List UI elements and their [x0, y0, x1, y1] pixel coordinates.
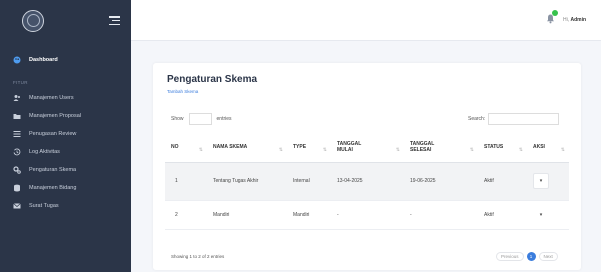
sort-icon: ⇅: [198, 146, 203, 153]
folder-icon: [13, 112, 21, 120]
next-page-button[interactable]: Next: [538, 252, 558, 261]
sidebar-item-label: Surat Tugas: [29, 203, 59, 209]
pagination: Previous 1 Next: [496, 252, 558, 261]
sidebar-section-label: FITUR: [13, 79, 28, 85]
topbar: Hi, Admin: [131, 0, 601, 41]
table-row: 1 Tentang Tugas Akhir Internal 13-04-202…: [165, 162, 569, 201]
sidebar-item-review[interactable]: Penugasan Review: [0, 125, 131, 143]
table-info: Showing 1 to 2 of 2 entries: [171, 254, 225, 259]
user-greeting[interactable]: Hi, Admin: [563, 17, 586, 23]
history-icon: [13, 148, 21, 156]
sidebar-item-proposal[interactable]: Manajemen Proposal: [0, 107, 131, 125]
entries-label: entries: [216, 116, 232, 122]
page-1-button[interactable]: 1: [526, 252, 536, 261]
search-label: Search:: [468, 116, 486, 122]
action-dropdown-button[interactable]: ▾: [533, 173, 549, 189]
entries-select[interactable]: [188, 113, 212, 125]
users-icon: [13, 94, 21, 102]
sort-icon: ⇅: [560, 146, 565, 153]
menu-toggle-icon[interactable]: [109, 16, 120, 25]
cell-selesai: -: [404, 200, 478, 230]
previous-page-button[interactable]: Previous: [496, 252, 524, 261]
cell-nama: Tentang Tugas Akhir: [207, 162, 287, 201]
sidebar-item-label: Pengaturan Skema: [29, 167, 77, 173]
table-header-row: NO ⇅ NAMA SKEMA ⇅ TYPE ⇅ TANGGAL MULAI ⇅ TAN…: [165, 132, 569, 163]
entries-length-control: Show entries: [171, 113, 232, 125]
palette-icon: [13, 56, 21, 64]
list-icon: [13, 130, 21, 138]
cell-no: 2: [165, 200, 207, 230]
column-header-aksi[interactable]: AKSI ⇅: [527, 132, 569, 163]
sidebar-item-label: Manajemen Proposal: [29, 113, 81, 119]
sort-icon: ⇅: [278, 146, 283, 153]
envelope-icon: [13, 202, 21, 210]
notification-bell-icon[interactable]: [545, 10, 558, 24]
sidebar-item-dashboard[interactable]: Dashboard: [0, 51, 131, 69]
page-title: Pengaturan Skema: [167, 74, 258, 85]
column-header-selesai[interactable]: TANGGAL SELESAI ⇅: [404, 132, 478, 163]
caret-down-icon: ▾: [539, 178, 543, 184]
action-dropdown-button[interactable]: ▾: [533, 206, 549, 223]
notification-badge: [552, 10, 558, 16]
sidebar-item-log[interactable]: Log Aktivitas: [0, 143, 131, 161]
sidebar-item-label: Log Aktivitas: [29, 149, 60, 155]
cell-selesai: 19-06-2025: [404, 162, 478, 201]
add-skema-link[interactable]: Tambah Skema: [167, 89, 198, 94]
database-icon: [13, 184, 21, 192]
sidebar-item-bidang[interactable]: Manajemen Bidang: [0, 179, 131, 197]
greeting-text: Hi,: [563, 17, 570, 23]
sidebar-item-label: Dashboard: [29, 57, 58, 63]
column-header-no[interactable]: NO ⇅: [165, 132, 207, 163]
sidebar-item-label: Penugasan Review: [29, 131, 77, 137]
cell-aksi: ▾: [527, 200, 569, 230]
show-label: Show: [171, 116, 184, 122]
caret-down-icon: ▾: [539, 211, 543, 218]
cell-no: 1: [165, 162, 207, 201]
column-header-mulai[interactable]: TANGGAL MULAI ⇅: [331, 132, 404, 163]
user-name: Admin: [570, 17, 587, 23]
cell-aksi: ▾: [527, 162, 569, 201]
sort-icon: ⇅: [395, 146, 400, 153]
cell-status: Aktif: [478, 200, 527, 230]
column-header-nama[interactable]: NAMA SKEMA ⇅: [207, 132, 287, 163]
sidebar-item-skema[interactable]: Pengaturan Skema: [0, 161, 131, 179]
cell-type: Mandiri: [287, 200, 331, 230]
column-header-type[interactable]: TYPE ⇅: [287, 132, 331, 163]
sort-icon: ⇅: [518, 146, 523, 153]
table-search: Search:: [468, 113, 560, 125]
sidebar: Dashboard FITUR Manajemen Users Manajeme…: [0, 0, 131, 272]
sidebar-item-label: Manajemen Bidang: [29, 185, 77, 191]
sidebar-brand: [0, 0, 131, 41]
table-row: 2 Mandiri Mandiri - - Aktif ▾: [165, 200, 569, 230]
column-header-status[interactable]: STATUS ⇅: [478, 132, 527, 163]
cogs-icon: [13, 166, 21, 174]
sort-icon: ⇅: [322, 146, 327, 153]
university-logo: [22, 9, 44, 32]
cell-mulai: 13-04-2025: [331, 162, 404, 201]
cell-status: Aktif: [478, 162, 527, 201]
sidebar-item-label: Manajemen Users: [29, 95, 74, 101]
cell-mulai: -: [331, 200, 404, 230]
skema-table: NO ⇅ NAMA SKEMA ⇅ TYPE ⇅ TANGGAL MULAI ⇅ TAN…: [165, 132, 569, 230]
skema-card: Pengaturan Skema Tambah Skema Show entri…: [153, 63, 581, 270]
sidebar-item-users[interactable]: Manajemen Users: [0, 89, 131, 107]
search-input[interactable]: [488, 113, 560, 125]
sidebar-item-surat[interactable]: Surat Tugas: [0, 197, 131, 215]
sort-icon: ⇅: [469, 146, 474, 153]
cell-type: Internal: [287, 162, 331, 201]
cell-nama: Mandiri: [207, 200, 287, 230]
